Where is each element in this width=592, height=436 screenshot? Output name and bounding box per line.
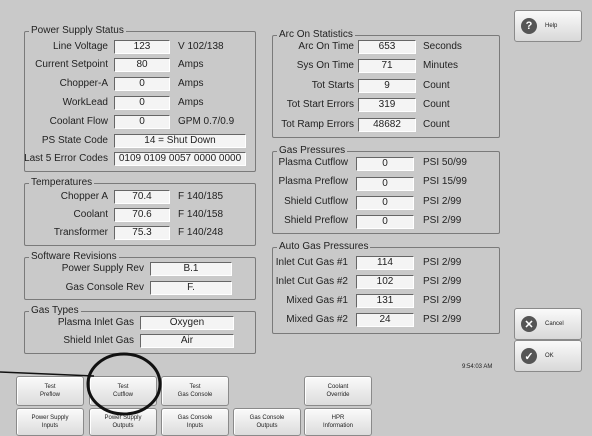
callout-circle [86, 352, 162, 416]
callout-annotation [0, 352, 162, 416]
callout-leader-line [0, 371, 95, 377]
